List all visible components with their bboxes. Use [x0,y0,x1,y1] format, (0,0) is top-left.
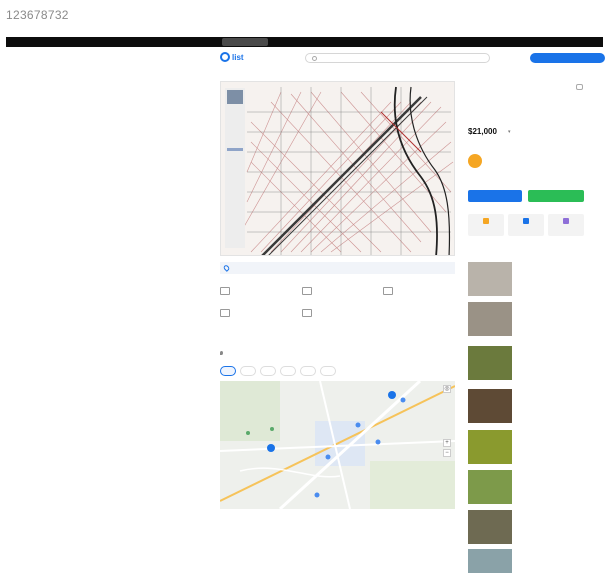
chip-2[interactable] [240,366,256,376]
favorite-icon[interactable] [576,84,583,90]
similar-listing-photo [468,302,512,336]
similar-listing[interactable] [468,430,584,466]
cadastral-map-image [221,82,454,255]
top-nav [222,38,292,46]
similar-listing[interactable] [468,470,584,506]
logo-icon [220,52,230,62]
similar-listing[interactable] [468,302,584,338]
feature-documents [220,309,233,317]
action-button-2[interactable] [508,214,544,236]
share-icon [523,218,529,224]
post-ad-button[interactable] [530,53,605,63]
location-pin-icon [222,264,231,272]
chip-1[interactable] [220,366,236,376]
similar-listing[interactable] [468,549,584,573]
feature-land [383,287,396,295]
similar-listing-photo [468,346,512,380]
chip-4[interactable] [280,366,296,376]
chip-6[interactable] [320,366,336,376]
search-icon [312,56,317,61]
feature-plot [302,287,315,295]
top-nav-item-3[interactable] [286,38,292,46]
feature-area [220,287,233,295]
top-navigation-bar [6,37,603,47]
land-icon [383,287,393,295]
similar-listing-photo [468,470,512,504]
seller-avatar[interactable] [468,154,482,168]
top-nav-item-1[interactable] [222,38,268,46]
road-icon [302,309,312,317]
message-button[interactable] [528,190,584,202]
similar-listing-photo [468,549,512,573]
zoom-in-icon[interactable]: + [443,439,451,447]
photo-thumbnail-1[interactable] [227,90,243,104]
similar-listing[interactable] [468,389,584,425]
similar-listing[interactable] [468,346,584,382]
listing-actions [468,214,584,236]
photo-thumbnail-strip [225,88,245,248]
call-button[interactable] [468,190,522,202]
map-compass-icon[interactable]: ◎ [443,385,451,393]
search-input[interactable] [305,53,490,63]
top-nav-item-2[interactable] [274,38,280,46]
action-button-1[interactable] [468,214,504,236]
listing-price: $21,000 [468,127,497,136]
nearby-filter-chips [220,366,336,376]
similar-listing-photo [468,430,512,464]
chip-5[interactable] [300,366,316,376]
doc-icon [220,309,230,317]
action-button-3[interactable] [548,214,584,236]
similar-listing[interactable] [468,510,584,546]
site-logo[interactable]: list [220,52,244,62]
currency-toggle-icon[interactable]: ▾ [508,129,511,135]
similar-listing-photo [468,262,512,296]
map-canvas [220,381,455,509]
similar-listing-photo [468,389,512,423]
report-icon [563,218,569,224]
area-icon [220,287,230,295]
similar-listing-photo [468,510,512,544]
photo-thumbnail-2[interactable] [227,148,243,151]
page-id-label: 123678732 [6,8,69,22]
location-map[interactable]: ◎ + − [220,381,455,509]
logo-text: list [232,52,244,62]
similar-listing[interactable] [468,262,584,298]
star-icon [483,218,489,224]
listing-photo-cadastral-map[interactable] [220,81,455,256]
feature-road [302,309,315,317]
chip-3[interactable] [260,366,276,376]
zoom-out-icon[interactable]: − [443,449,451,457]
plot-icon [302,287,312,295]
view-on-map-link[interactable] [220,262,455,274]
site-header: list [220,52,606,66]
